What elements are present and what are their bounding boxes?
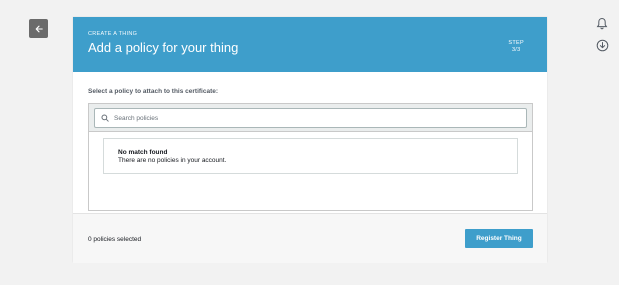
page: CREATE A THING Add a policy for your thi…	[0, 0, 619, 285]
back-button[interactable]	[29, 19, 48, 38]
arrow-left-icon	[35, 25, 43, 32]
empty-state: No match found There are no policies in …	[103, 138, 518, 174]
card-header: CREATE A THING Add a policy for your thi…	[73, 17, 547, 72]
step-value: 3/3	[511, 47, 521, 53]
step-label: STEP	[508, 40, 524, 46]
selected-count: 0 policies selected	[88, 236, 142, 243]
step-indicator: STEP 3/3	[508, 40, 524, 54]
download-circle-icon	[596, 39, 608, 51]
empty-state-title: No match found	[118, 149, 168, 156]
search-bar	[89, 104, 532, 132]
page-title: Add a policy for your thing	[88, 40, 239, 55]
bell-icon	[596, 17, 608, 29]
search-field[interactable]	[94, 108, 527, 128]
download-button[interactable]	[594, 37, 610, 53]
search-input[interactable]	[114, 114, 514, 122]
policy-prompt: Select a policy to attach to this certif…	[88, 88, 219, 95]
search-icon	[100, 113, 110, 123]
register-thing-button[interactable]: Register Thing	[465, 229, 533, 248]
create-thing-card: CREATE A THING Add a policy for your thi…	[73, 17, 547, 263]
empty-state-description: There are no policies in your account.	[118, 157, 227, 164]
top-right-icons	[594, 15, 612, 59]
wizard-overline: CREATE A THING	[88, 31, 138, 37]
notifications-button[interactable]	[594, 15, 610, 31]
policy-selector: No match found There are no policies in …	[88, 103, 533, 211]
card-footer: 0 policies selected Register Thing	[73, 213, 547, 263]
